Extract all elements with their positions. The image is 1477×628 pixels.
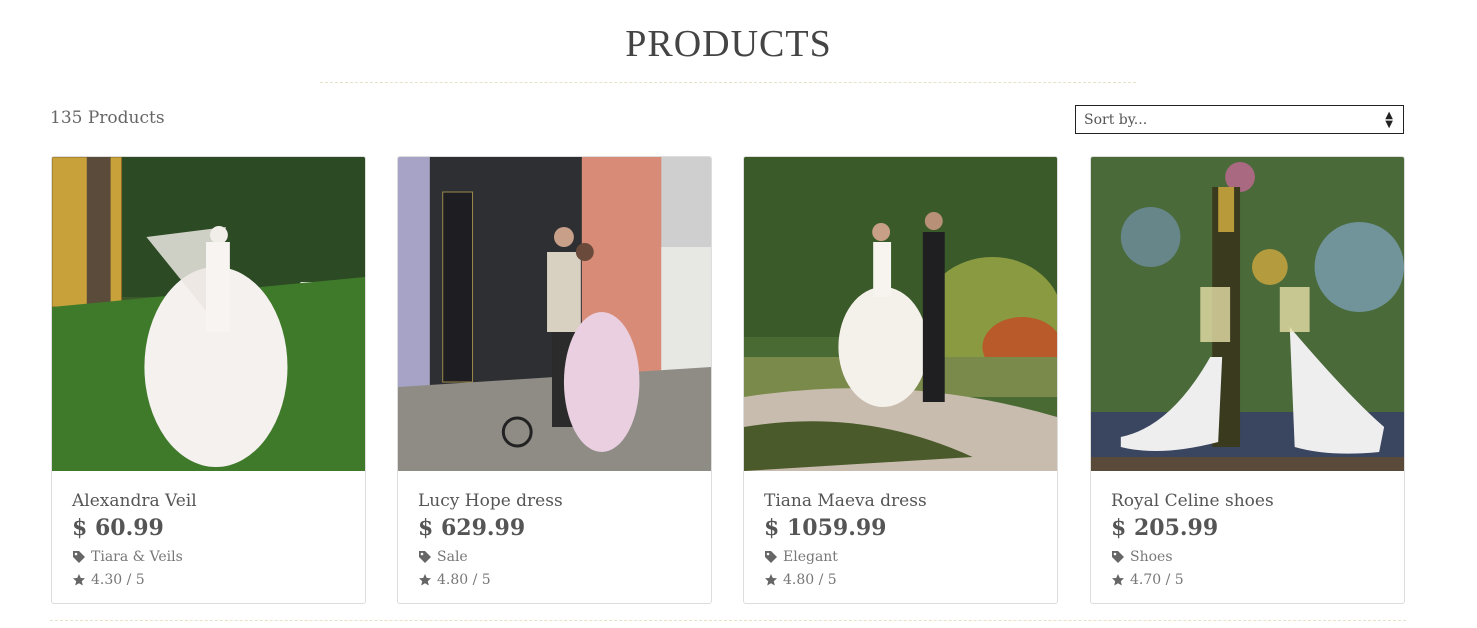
tag-icon xyxy=(73,551,85,563)
product-name[interactable]: Alexandra Veil xyxy=(72,491,197,511)
product-rating: 4.80 / 5 xyxy=(764,572,837,588)
sort-arrows-icon: ▲ ▼ xyxy=(1385,110,1393,130)
product-card[interactable]: Alexandra Veil $ 60.99 Tiara & Veils 4.3… xyxy=(51,156,366,604)
product-card[interactable]: Lucy Hope dress $ 629.99 Sale 4.80 / 5 xyxy=(397,156,712,604)
product-rating: 4.80 / 5 xyxy=(418,572,491,588)
page-title: PRODUCTS xyxy=(625,23,832,65)
star-icon xyxy=(1112,574,1124,586)
sort-select[interactable]: Sort by... ▲ ▼ xyxy=(1075,105,1404,134)
product-rating-label: 4.70 / 5 xyxy=(1130,572,1184,588)
product-name[interactable]: Royal Celine shoes xyxy=(1111,491,1274,511)
product-image[interactable] xyxy=(398,157,711,471)
product-image[interactable] xyxy=(52,157,365,471)
tag-icon xyxy=(765,551,777,563)
product-price: $ 60.99 xyxy=(72,515,164,541)
product-category-label: Sale xyxy=(437,549,468,565)
product-card[interactable]: Tiana Maeva dress $ 1059.99 Elegant 4.80… xyxy=(743,156,1058,604)
product-rating-label: 4.30 / 5 xyxy=(91,572,145,588)
bottom-divider xyxy=(50,620,1406,621)
product-price: $ 629.99 xyxy=(418,515,526,541)
product-rating: 4.30 / 5 xyxy=(72,572,145,588)
product-category[interactable]: Elegant xyxy=(764,549,838,565)
tag-icon xyxy=(1112,551,1124,563)
product-price: $ 205.99 xyxy=(1111,515,1219,541)
product-category-label: Shoes xyxy=(1130,549,1173,565)
product-rating-label: 4.80 / 5 xyxy=(783,572,837,588)
product-image[interactable] xyxy=(744,157,1057,471)
title-divider xyxy=(320,82,1136,83)
product-category[interactable]: Shoes xyxy=(1111,549,1173,565)
product-name[interactable]: Tiana Maeva dress xyxy=(764,491,927,511)
star-icon xyxy=(765,574,777,586)
product-rating: 4.70 / 5 xyxy=(1111,572,1184,588)
product-price: $ 1059.99 xyxy=(764,515,887,541)
star-icon xyxy=(73,574,85,586)
star-icon xyxy=(419,574,431,586)
product-name[interactable]: Lucy Hope dress xyxy=(418,491,563,511)
product-category[interactable]: Sale xyxy=(418,549,468,565)
product-category-label: Elegant xyxy=(783,549,838,565)
product-card[interactable]: Royal Celine shoes $ 205.99 Shoes 4.70 /… xyxy=(1090,156,1405,604)
product-image[interactable] xyxy=(1091,157,1404,471)
tag-icon xyxy=(419,551,431,563)
sort-select-label: Sort by... xyxy=(1084,112,1148,128)
product-rating-label: 4.80 / 5 xyxy=(437,572,491,588)
product-category[interactable]: Tiara & Veils xyxy=(72,549,183,565)
product-category-label: Tiara & Veils xyxy=(91,549,183,565)
product-count: 135 Products xyxy=(50,108,165,128)
